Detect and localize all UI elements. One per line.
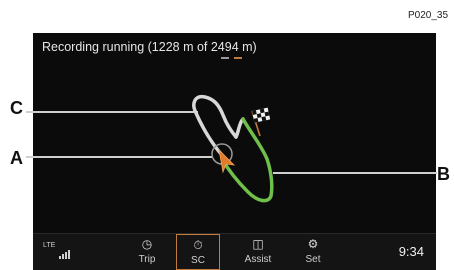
trip-button[interactable]: ◷ Trip bbox=[125, 234, 169, 270]
stopwatch-icon: ⏱ bbox=[193, 238, 203, 252]
set-button[interactable]: ⚙ Set bbox=[291, 234, 335, 270]
gauge-icon: ◷ bbox=[141, 237, 153, 251]
callout-line-b-outside bbox=[436, 172, 437, 174]
clock: 9:34 bbox=[398, 244, 424, 259]
sc-button[interactable]: ⏱ SC bbox=[176, 234, 220, 270]
figure-id: P020_35 bbox=[408, 10, 449, 21]
signal-strength-icon bbox=[59, 249, 73, 259]
settings-icon: ⚙ bbox=[307, 237, 319, 251]
checkered-flag-icon bbox=[251, 107, 271, 137]
sc-label: SC bbox=[191, 255, 205, 266]
bottom-bar: LTE ◷ Trip ⏱ SC ◫ Assist ⚙ Set 9:34 bbox=[33, 233, 436, 270]
set-label: Set bbox=[305, 254, 321, 265]
callout-c: C bbox=[10, 98, 23, 118]
track-recorded-tail bbox=[234, 117, 245, 139]
nav-screen: Recording running (1228 m of 2494 m) LTE… bbox=[33, 33, 436, 270]
car-icon: ◫ bbox=[252, 237, 264, 251]
callout-line-a-outside bbox=[26, 156, 33, 158]
callout-line-c-outside bbox=[26, 111, 33, 113]
assist-label: Assist bbox=[244, 254, 272, 265]
lte-indicator: LTE bbox=[43, 242, 56, 249]
callout-a: A bbox=[10, 148, 23, 168]
assist-button[interactable]: ◫ Assist bbox=[236, 234, 280, 270]
track-map bbox=[33, 94, 436, 203]
trip-label: Trip bbox=[138, 254, 156, 265]
callout-b: B bbox=[437, 164, 450, 184]
